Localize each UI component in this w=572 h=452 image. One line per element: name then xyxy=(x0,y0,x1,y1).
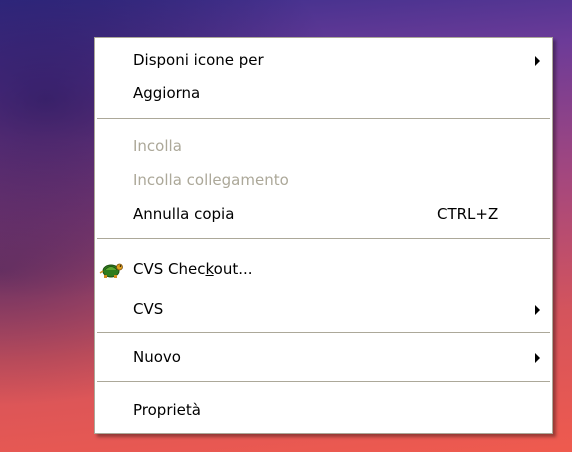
menu-item-label: Proprietà xyxy=(133,401,201,419)
menu-item-undo-copy[interactable]: Annulla copia CTRL+Z xyxy=(95,198,552,231)
menu-item-label: Annulla copia xyxy=(133,205,235,223)
menu-item-paste[interactable]: Incolla xyxy=(95,130,552,163)
menu-item-new[interactable]: Nuovo xyxy=(95,341,552,374)
menu-separator xyxy=(97,332,550,334)
menu-item-label: CVS Checkout... xyxy=(133,260,253,278)
right-arrow-icon xyxy=(535,56,540,66)
menu-item-label: Nuovo xyxy=(133,348,181,366)
right-arrow-icon xyxy=(535,353,540,363)
menu-item-paste-shortcut[interactable]: Incolla collegamento xyxy=(95,164,552,197)
menu-item-refresh[interactable]: Aggiorna xyxy=(95,77,552,110)
menu-item-label: Disponi icone per xyxy=(133,51,264,69)
menu-separator xyxy=(97,238,550,240)
menu-item-shortcut: CTRL+Z xyxy=(437,205,499,223)
right-arrow-icon xyxy=(535,305,540,315)
tortoise-cvs-icon xyxy=(99,263,123,278)
menu-item-cvs-checkout[interactable]: CVS Checkout... xyxy=(95,253,552,286)
menu-item-label: Incolla collegamento xyxy=(133,171,289,189)
desktop-context-menu: Disponi icone per Aggiorna Incolla Incol… xyxy=(94,37,553,434)
menu-separator xyxy=(97,118,550,120)
menu-item-label: CVS xyxy=(133,300,164,318)
menu-item-label: Incolla xyxy=(133,137,182,155)
menu-item-view-by[interactable]: Disponi icone per xyxy=(95,44,552,77)
menu-separator xyxy=(97,381,550,383)
menu-item-properties[interactable]: Proprietà xyxy=(95,394,552,427)
menu-item-label: Aggiorna xyxy=(133,84,201,102)
menu-item-cvs[interactable]: CVS xyxy=(95,293,552,326)
